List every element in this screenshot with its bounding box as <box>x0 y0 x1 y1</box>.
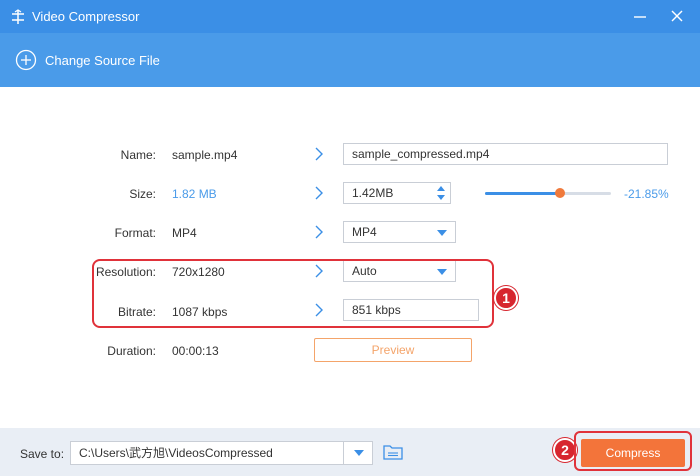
change-source-label: Change Source File <box>45 52 160 68</box>
format-select[interactable]: MP4 <box>343 221 456 243</box>
close-icon[interactable] <box>670 9 684 23</box>
size-stepper[interactable]: 1.42MB <box>343 182 451 204</box>
size-percent: -21.85% <box>624 187 669 201</box>
size-label: Size: <box>129 187 156 201</box>
stepper-icon[interactable] <box>436 185 446 201</box>
source-size: 1.82 MB <box>172 187 217 201</box>
save-path-input[interactable]: C:\Users\武方旭\VideosCompressed <box>70 441 373 465</box>
preview-button[interactable]: Preview <box>314 338 472 362</box>
title-bar: Video Compressor <box>0 0 700 33</box>
chevron-right-icon <box>315 225 323 239</box>
source-name: sample.mp4 <box>172 148 238 162</box>
save-to-label: Save to: <box>20 447 65 461</box>
size-slider-fill <box>485 192 559 195</box>
size-slider-thumb[interactable] <box>555 188 565 198</box>
output-name-value: sample_compressed.mp4 <box>352 147 490 161</box>
add-circle-icon <box>15 49 37 71</box>
minimize-icon[interactable] <box>633 10 647 24</box>
size-slider[interactable] <box>485 192 611 195</box>
step-badge-1: 1 <box>494 286 518 310</box>
dropdown-icon <box>437 230 447 236</box>
dropdown-icon <box>354 450 364 456</box>
resolution-bitrate-highlight <box>92 259 494 328</box>
chevron-right-icon <box>315 147 323 161</box>
toolbar: Change Source File <box>0 33 700 87</box>
source-format: MP4 <box>172 226 197 240</box>
chevron-right-icon <box>315 186 323 200</box>
duration-label: Duration: <box>107 344 156 358</box>
change-source-file-button[interactable]: Change Source File <box>15 49 160 71</box>
compress-button[interactable]: Compress <box>581 439 685 467</box>
save-path-value: C:\Users\武方旭\VideosCompressed <box>79 446 273 460</box>
app-icon <box>12 9 24 24</box>
folder-icon[interactable] <box>383 443 403 461</box>
source-duration: 00:00:13 <box>172 344 219 358</box>
format-label: Format: <box>114 226 156 240</box>
name-label: Name: <box>120 148 156 162</box>
window-title: Video Compressor <box>32 9 140 24</box>
output-format-value: MP4 <box>352 225 377 239</box>
output-size-value: 1.42MB <box>352 186 394 200</box>
save-path-dropdown[interactable] <box>343 441 373 465</box>
output-name-field[interactable]: sample_compressed.mp4 <box>343 143 668 165</box>
